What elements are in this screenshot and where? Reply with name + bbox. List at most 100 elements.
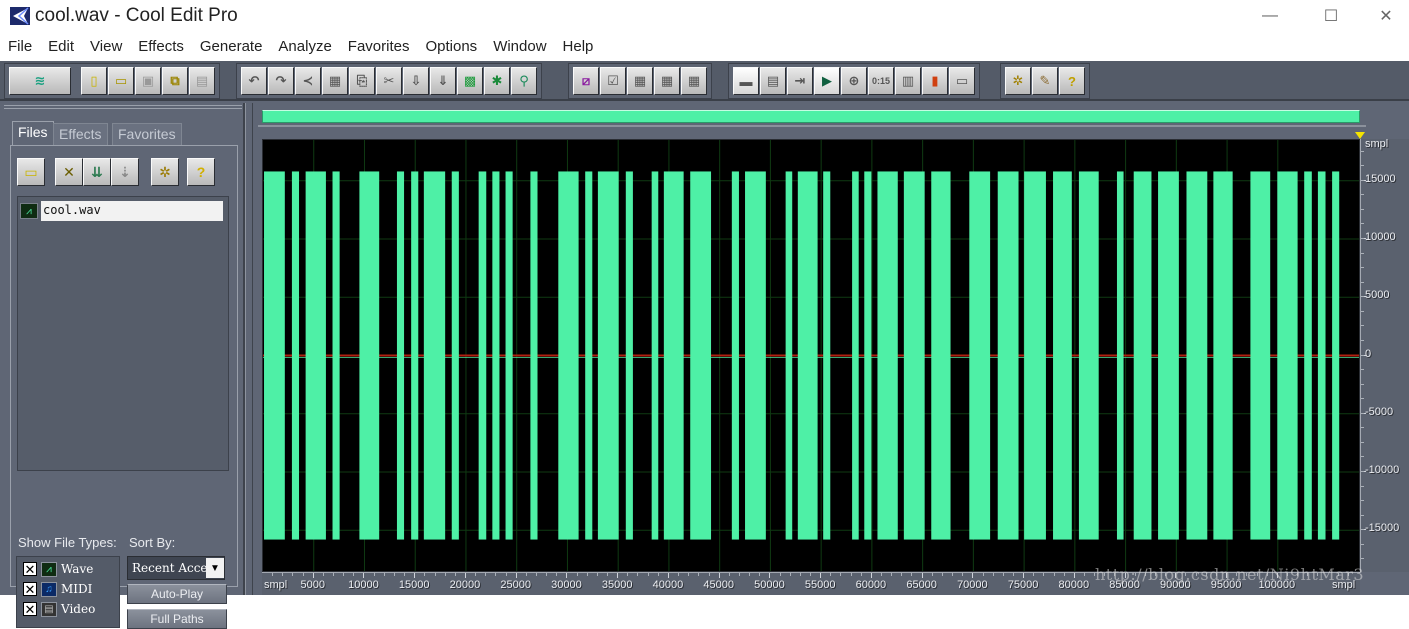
snap-cues-icon: ▦ [660, 73, 674, 88]
tab-files[interactable]: Files [12, 121, 54, 146]
waveform-segment [1053, 171, 1072, 540]
select-view-button[interactable]: ▦ [322, 67, 348, 95]
help-button[interactable]: ? [1059, 67, 1085, 95]
x-minor-tick [698, 573, 700, 576]
play-list-button[interactable]: ⇥ [787, 67, 813, 95]
panel-splitter[interactable] [245, 103, 253, 595]
maximize-button[interactable]: ☐ [1308, 0, 1354, 32]
copy-button[interactable]: ⎘ [349, 67, 375, 95]
find-button[interactable]: ⚲ [511, 67, 537, 95]
auto-play-button[interactable]: Auto-Play [127, 584, 227, 604]
menu-analyze[interactable]: Analyze [270, 36, 339, 60]
save-button[interactable]: ▣ [135, 67, 161, 95]
new-file-button[interactable]: ▯ [81, 67, 107, 95]
multitrack-toggle-button[interactable]: ≋ [9, 67, 71, 95]
menu-file[interactable]: File [0, 36, 40, 60]
full-paths-button[interactable]: Full Paths [127, 609, 227, 629]
selection-button[interactable]: ▥ [895, 67, 921, 95]
window-button[interactable]: ▬ [733, 67, 759, 95]
menu-edit[interactable]: Edit [40, 36, 82, 60]
x-minor-tick [789, 573, 791, 576]
status-bar-button[interactable]: ▭ [949, 67, 975, 95]
y-minor-tick [1361, 543, 1364, 545]
waveform-segment [903, 171, 925, 540]
y-tick-label: -10000 [1365, 463, 1400, 476]
waveform-segment [823, 171, 831, 540]
snap-check-button[interactable]: ☑ [600, 67, 626, 95]
snap-frames-icon: ▦ [687, 73, 701, 88]
menu-view[interactable]: View [82, 36, 130, 60]
waveform-segment [997, 171, 1019, 540]
waveform-segment [264, 171, 285, 540]
snap-frames-button[interactable]: ▦ [681, 67, 707, 95]
x-minor-tick [1053, 573, 1055, 576]
menu-help[interactable]: Help [555, 36, 602, 60]
trim-button[interactable]: ✱ [484, 67, 510, 95]
snap-ruler-button[interactable]: ▦ [627, 67, 653, 95]
scripts-button[interactable]: ✎ [1032, 67, 1058, 95]
spectral-view-icon: ⧄ [581, 73, 591, 88]
x-minor-tick [881, 573, 883, 576]
level-meter-button[interactable]: ▮ [922, 67, 948, 95]
waveform-segment [745, 171, 766, 540]
cut-button[interactable]: ✂ [376, 67, 402, 95]
menu-generate[interactable]: Generate [192, 36, 271, 60]
chevron-down-icon[interactable]: ▼ [206, 558, 224, 578]
waveform-segment [359, 171, 380, 540]
wave-checkbox[interactable]: ✕ [23, 562, 37, 576]
organizer-options-button[interactable]: ✲ [151, 158, 179, 186]
waveform-segment [558, 171, 579, 540]
time-display-button[interactable]: 0:15 [868, 67, 894, 95]
spectral-view-button[interactable]: ⧄ [573, 67, 599, 95]
overview-range-bar[interactable] [262, 110, 1360, 123]
menu-options[interactable]: Options [417, 36, 485, 60]
minimize-button[interactable]: — [1247, 0, 1293, 32]
tab-favorites[interactable]: Favorites [112, 123, 182, 145]
save-all-button[interactable]: ▤ [189, 67, 215, 95]
transport-button[interactable]: ▶ [814, 67, 840, 95]
sort-by-dropdown[interactable]: Recent Access ▼ [127, 556, 225, 580]
zoom-button[interactable]: ⊕ [841, 67, 867, 95]
file-type-wave[interactable]: ✕ ⩘ Wave [23, 560, 93, 578]
waveform-display[interactable] [262, 139, 1360, 572]
file-list[interactable]: ⩘ cool.wav [17, 196, 229, 471]
edit-file-button[interactable]: ⇣ [111, 158, 139, 186]
redo-button[interactable]: ↷ [268, 67, 294, 95]
panel-grip[interactable] [4, 105, 242, 109]
x-tick-label: 55000 [804, 579, 836, 591]
repeat-button[interactable]: ≺ [295, 67, 321, 95]
open-folder-button[interactable]: ▭ [17, 158, 45, 186]
snap-cues-button[interactable]: ▦ [654, 67, 680, 95]
snap-ruler-icon: ▦ [633, 73, 647, 88]
y-tick-label: 5000 [1365, 289, 1390, 302]
midi-checkbox[interactable]: ✕ [23, 582, 37, 596]
x-minor-tick [810, 573, 811, 576]
x-tick [718, 573, 720, 578]
insert-into-multitrack-button[interactable]: ⇊ [83, 158, 111, 186]
settings-button[interactable]: ✲ [1005, 67, 1031, 95]
midi-label: MIDI [61, 582, 93, 596]
file-type-video[interactable]: ✕ ▤ Video [23, 600, 95, 618]
menu-effects[interactable]: Effects [130, 36, 192, 60]
x-minor-tick [596, 573, 598, 576]
tab-effects[interactable]: Effects [53, 123, 108, 145]
file-list-item[interactable]: ⩘ cool.wav [20, 201, 226, 221]
y-unit-label: smpl [1365, 138, 1389, 150]
open-file-button[interactable]: ▭ [108, 67, 134, 95]
save-as-button[interactable]: ⧉ [162, 67, 188, 95]
menu-favorites[interactable]: Favorites [340, 36, 418, 60]
organizer-help-button[interactable]: ? [187, 158, 215, 186]
waveform-segment [651, 171, 659, 540]
copy-to-new-button[interactable]: ▩ [457, 67, 483, 95]
file-type-midi[interactable]: ✕ ♫ MIDI [23, 580, 92, 598]
close-button[interactable]: ✕ [1363, 0, 1409, 32]
paste-button[interactable]: ⇩ [403, 67, 429, 95]
undo-button[interactable]: ↶ [241, 67, 267, 95]
cue-list-button[interactable]: ▤ [760, 67, 786, 95]
menu-window[interactable]: Window [485, 36, 554, 60]
playhead-marker[interactable] [1355, 132, 1365, 139]
x-tick-label: 80000 [1058, 579, 1090, 591]
mix-paste-button[interactable]: ⇓ [430, 67, 456, 95]
close-file-button[interactable]: ✕ [55, 158, 83, 186]
video-checkbox[interactable]: ✕ [23, 602, 37, 616]
